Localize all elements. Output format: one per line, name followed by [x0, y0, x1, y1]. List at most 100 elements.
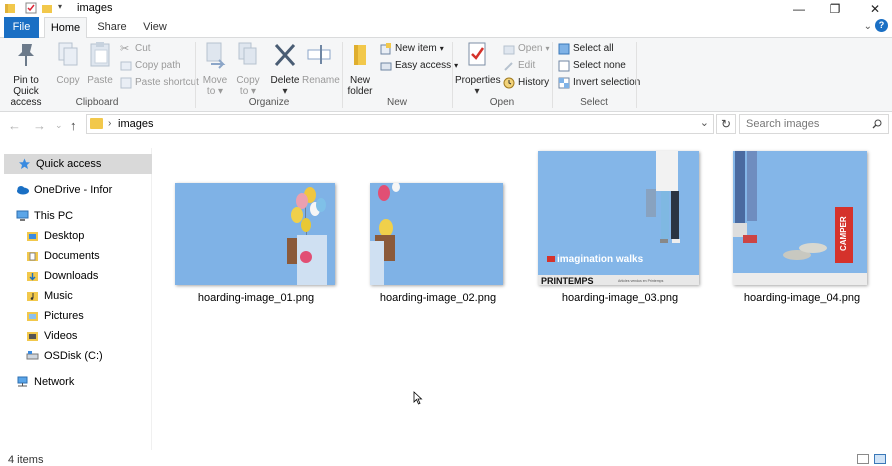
easy-access-button[interactable]: Easy access ▾ — [380, 58, 458, 74]
edit-label: Edit — [518, 60, 536, 71]
back-arrow-icon[interactable]: ← — [8, 118, 21, 133]
tab-share[interactable]: Share — [92, 17, 132, 38]
easy-access-icon — [380, 62, 392, 71]
cut-label: Cut — [135, 43, 151, 54]
minimize-button[interactable]: — — [784, 0, 814, 17]
new-folder-button[interactable]: New folder — [344, 40, 376, 97]
refresh-button[interactable]: ↻ — [716, 114, 736, 134]
new-folder-quick-icon[interactable] — [41, 2, 53, 14]
nav-item-documents[interactable]: Documents — [4, 246, 152, 266]
file-name-01[interactable]: hoarding-image_01.png — [175, 292, 337, 304]
folder-icon — [90, 118, 103, 129]
nav-label-quick-access: Quick access — [36, 158, 102, 170]
file-thumbnail-01[interactable] — [175, 183, 335, 285]
nav-label-music: Music — [44, 290, 73, 302]
file-thumbnail-02[interactable] — [370, 183, 503, 285]
properties-button[interactable]: Properties ▾ — [455, 40, 501, 97]
file-thumbnail-04[interactable]: CAMPER — [733, 151, 867, 285]
file-name-02[interactable]: hoarding-image_02.png — [360, 292, 516, 304]
clipboard-group-label: Clipboard — [75, 97, 119, 108]
edit-button[interactable]: Edit — [503, 58, 535, 74]
new-item-label: New item — [395, 43, 437, 54]
file-thumbnail-03[interactable]: imagination walks PRINTEMPS Articles ven… — [538, 151, 699, 285]
search-input[interactable]: Search images — [739, 114, 889, 134]
address-bar[interactable]: › images ⌄ — [86, 114, 714, 134]
breadcrumb-separator-icon[interactable]: › — [108, 118, 111, 129]
select-group-label: Select — [580, 97, 608, 108]
history-button[interactable]: History — [503, 75, 549, 91]
nav-item-pictures[interactable]: Pictures — [4, 306, 152, 326]
star-icon — [19, 158, 30, 169]
nav-item-music[interactable]: Music — [4, 286, 152, 306]
nav-item-desktop[interactable]: Desktop — [4, 226, 152, 246]
select-all-button[interactable]: Select all — [558, 41, 614, 57]
copy-to-icon — [238, 42, 257, 65]
nav-item-onedrive[interactable]: OneDrive - Infor — [4, 180, 152, 200]
delete-button[interactable]: Delete ▾ — [270, 40, 300, 97]
window-title: images — [77, 2, 113, 14]
address-dropdown-icon[interactable]: ⌄ — [700, 116, 709, 129]
copy-to-button[interactable]: Copy to ▾ — [233, 40, 263, 97]
nav-label-osdisk: OSDisk (C:) — [44, 350, 103, 362]
file-name-03[interactable]: hoarding-image_03.png — [540, 292, 700, 304]
thumbnail-image-balloons — [370, 183, 503, 285]
tab-file[interactable]: File — [4, 17, 39, 38]
new-item-icon — [380, 43, 391, 55]
new-group-label: New — [386, 97, 407, 108]
onedrive-icon — [17, 186, 29, 195]
rename-button[interactable]: Rename — [302, 40, 340, 86]
recent-locations-chevron-icon[interactable]: ⌄ — [55, 120, 63, 131]
nav-item-quick-access[interactable]: Quick access — [4, 154, 152, 174]
move-to-button[interactable]: Move to ▾ — [200, 40, 230, 97]
search-placeholder: Search images — [746, 118, 820, 130]
large-icons-view-icon[interactable] — [874, 454, 886, 464]
open-group-label: Open — [489, 97, 515, 108]
tab-home[interactable]: Home — [44, 17, 87, 39]
nav-item-videos[interactable]: Videos — [4, 326, 152, 346]
desktop-folder-icon — [27, 232, 38, 241]
poster-brand: CAMPER — [839, 216, 848, 251]
cut-button[interactable]: ✂ Cut — [120, 41, 151, 57]
properties-quick-icon[interactable] — [25, 2, 37, 14]
nav-item-downloads[interactable]: Downloads — [4, 266, 152, 286]
edit-icon — [504, 62, 513, 71]
ribbon: Pin to Quick access Copy Paste ✂ Cut Cop… — [0, 38, 892, 112]
window-icon — [4, 2, 16, 14]
new-item-button[interactable]: New item ▾ — [380, 41, 444, 57]
history-label: History — [518, 77, 550, 88]
close-button[interactable]: ✕ — [860, 0, 890, 17]
nav-item-osdisk[interactable]: OSDisk (C:) — [4, 346, 152, 366]
open-button[interactable]: Open ▾ — [503, 41, 549, 57]
forward-arrow-icon[interactable]: → — [33, 118, 46, 133]
invert-selection-button[interactable]: Invert selection — [558, 75, 640, 91]
customize-toolbar-chevron-icon[interactable]: ▾ — [58, 2, 70, 14]
paste-button[interactable]: Paste — [86, 40, 114, 86]
easy-access-label: Easy access — [395, 60, 452, 71]
breadcrumb-images[interactable]: images — [118, 118, 153, 130]
new-folder-label-line2: folder — [347, 86, 373, 97]
collapse-ribbon-icon[interactable]: ⌄ — [864, 21, 872, 32]
ribbon-tabs: File Home Share View ⌄ ? — [0, 17, 892, 39]
refresh-icon: ↻ — [720, 117, 732, 131]
nav-item-network[interactable]: Network — [4, 372, 152, 392]
paste-label: Paste — [87, 75, 113, 86]
poster-text: imagination walks — [557, 254, 644, 265]
nav-label-pictures: Pictures — [44, 310, 84, 322]
copy-path-icon — [120, 61, 132, 71]
paste-shortcut-button[interactable]: Paste shortcut — [120, 75, 199, 91]
rename-label: Rename — [302, 75, 340, 86]
poster-small-text: Articles vendus en Printemps — [618, 279, 664, 283]
details-view-icon[interactable] — [857, 454, 869, 464]
copy-path-button[interactable]: Copy path — [120, 58, 181, 74]
select-none-button[interactable]: Select none — [558, 58, 626, 74]
nav-item-this-pc[interactable]: This PC — [4, 206, 152, 226]
ribbon-divider — [636, 42, 637, 108]
copy-button[interactable]: Copy — [54, 40, 82, 86]
copy-to-label-line2: to ▾ — [239, 86, 257, 97]
up-arrow-icon[interactable]: ↑ — [70, 118, 77, 133]
tab-view[interactable]: View — [137, 17, 173, 38]
file-name-04[interactable]: hoarding-image_04.png — [724, 292, 880, 304]
maximize-button[interactable]: ❐ — [820, 0, 850, 17]
help-icon[interactable]: ? — [875, 19, 888, 32]
rename-icon — [307, 45, 331, 64]
